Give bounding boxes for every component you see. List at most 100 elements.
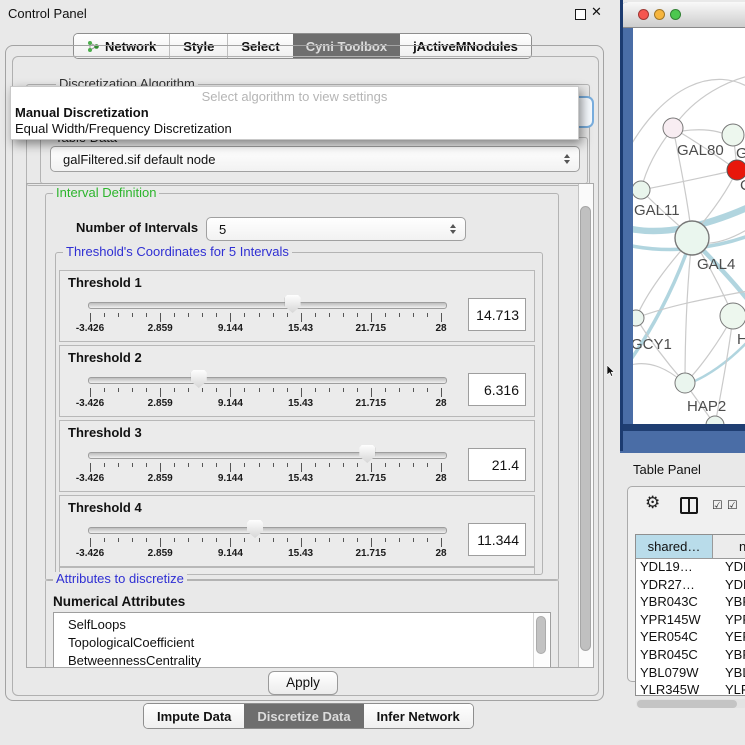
float-window-icon[interactable] xyxy=(575,9,586,20)
table-row[interactable]: YDL19…YDL1 xyxy=(636,559,745,577)
table-horizontal-scrollbar-thumb[interactable] xyxy=(637,700,737,708)
network-node-gcy1[interactable] xyxy=(633,310,644,326)
slider-tick xyxy=(188,388,189,392)
cell-name: YBR0 xyxy=(725,647,745,662)
threshold-slider-track[interactable] xyxy=(88,302,447,309)
slider-tick xyxy=(174,313,175,317)
tab-impute-data[interactable]: Impute Data xyxy=(144,704,244,728)
list-scrollbar-thumb[interactable] xyxy=(536,616,546,654)
network-window-titlebar[interactable] xyxy=(620,2,745,28)
slider-tick xyxy=(118,463,119,467)
list-scrollbar[interactable] xyxy=(533,613,549,668)
slider-tick xyxy=(413,538,414,542)
slider-tick xyxy=(104,313,105,317)
slider-tick xyxy=(343,463,344,467)
checkbox-icon[interactable]: ☑ xyxy=(727,498,738,512)
network-node-ga[interactable] xyxy=(722,124,744,146)
threshold-slider-thumb[interactable] xyxy=(247,520,263,538)
attributes-group-title: Attributes to discretize xyxy=(53,572,187,585)
column-header-name[interactable]: na xyxy=(713,535,745,559)
apply-button[interactable]: Apply xyxy=(268,671,338,695)
slider-tick xyxy=(301,388,302,397)
slider-scale-label: -3.426 xyxy=(76,323,104,334)
window-left-edge xyxy=(620,0,623,451)
tab-label: Discretize Data xyxy=(257,709,350,724)
threshold-slider-thumb[interactable] xyxy=(285,295,301,313)
table-data-value: galFiltered.sif default node xyxy=(63,152,215,167)
threshold-value-field[interactable]: 14.713 xyxy=(468,298,526,331)
close-icon[interactable]: ✕ xyxy=(591,4,602,20)
slider-tick xyxy=(216,313,217,317)
slider-tick xyxy=(132,388,133,392)
slider-tick xyxy=(230,388,231,397)
threshold-label: Threshold 1 xyxy=(68,275,142,290)
table-horizontal-scrollbar[interactable] xyxy=(636,699,745,708)
threshold-slider-thumb[interactable] xyxy=(191,370,207,388)
checkbox-icon[interactable]: ☑ xyxy=(712,498,723,512)
gear-icon[interactable]: ⚙ xyxy=(645,493,660,513)
slider-tick xyxy=(259,538,260,542)
bottom-tabs: Impute Data Discretize Data Infer Network xyxy=(143,703,474,729)
slider-tick xyxy=(343,313,344,317)
settings-scrollbar-thumb[interactable] xyxy=(580,206,591,651)
slider-tick xyxy=(146,313,147,317)
slider-tick xyxy=(371,538,372,547)
dropdown-option-equal-width-frequency[interactable]: Equal Width/Frequency Discretization xyxy=(15,121,232,136)
slider-tick xyxy=(315,388,316,392)
threshold-slider-track[interactable] xyxy=(88,377,447,384)
slider-tick xyxy=(216,463,217,467)
threshold-value-field[interactable]: 21.4 xyxy=(468,448,526,481)
table-row[interactable]: YER054CYER0 xyxy=(636,629,745,647)
number-of-intervals-value: 5 xyxy=(219,222,226,237)
table-panel: Table Panel ⚙ ☑ ☑ shared… na YDL19…YDL1Y… xyxy=(617,455,745,745)
zoom-traffic-light[interactable] xyxy=(670,9,681,20)
cell-shared-name: YBR043C xyxy=(640,594,698,609)
dropdown-option-manual-discretization[interactable]: Manual Discretization xyxy=(15,105,149,120)
table-data-combobox[interactable]: galFiltered.sif default node xyxy=(50,146,580,172)
tab-discretize-data[interactable]: Discretize Data xyxy=(244,704,363,728)
cell-shared-name: YDR27… xyxy=(640,577,695,592)
threshold-value-field[interactable]: 6.316 xyxy=(468,373,526,406)
slider-tick xyxy=(287,463,288,467)
cell-shared-name: YLR345W xyxy=(640,682,699,696)
threshold-panel-2: Threshold 2-3.4262.8599.14415.4321.71528… xyxy=(59,345,535,417)
network-node-gal80[interactable] xyxy=(663,118,683,138)
split-view-icon[interactable] xyxy=(680,497,698,514)
table-row[interactable]: YLR345WYLR3 xyxy=(636,682,745,696)
slider-tick xyxy=(132,538,133,542)
control-panel-title: Control Panel xyxy=(8,6,87,21)
attribute-item[interactable]: BetweennessCentrality xyxy=(54,652,550,668)
table-row[interactable]: YPR145WYPR1 xyxy=(636,612,745,630)
slider-tick xyxy=(329,538,330,542)
attribute-item[interactable]: SelfLoops xyxy=(54,613,550,634)
threshold-slider-thumb[interactable] xyxy=(359,445,375,463)
threshold-panel-1: Threshold 1-3.4262.8599.14415.4321.71528… xyxy=(59,270,535,342)
threshold-slider-track[interactable] xyxy=(88,452,447,459)
table-row[interactable]: YBR043CYBR0 xyxy=(636,594,745,612)
network-node-hap2[interactable] xyxy=(675,373,695,393)
network-node[interactable] xyxy=(706,416,724,424)
number-of-intervals-combobox[interactable]: 5 xyxy=(206,217,466,241)
table-row[interactable]: YBL079WYBL0 xyxy=(636,665,745,683)
slider-tick xyxy=(216,538,217,542)
slider-tick xyxy=(315,463,316,467)
network-node-gal11[interactable] xyxy=(633,181,650,199)
table-row[interactable]: YBR045CYBR0 xyxy=(636,647,745,665)
minimize-traffic-light[interactable] xyxy=(654,9,665,20)
network-node-h[interactable] xyxy=(720,303,745,329)
network-node-gal4[interactable] xyxy=(675,221,709,255)
slider-tick xyxy=(427,463,428,467)
threshold-panel-4: Threshold 4-3.4262.8599.14415.4321.71528… xyxy=(59,495,535,567)
network-canvas[interactable]: GAL80GACGAL11GAL4GCY1HHAP2 xyxy=(633,28,745,424)
close-traffic-light[interactable] xyxy=(638,9,649,20)
tab-infer-network[interactable]: Infer Network xyxy=(364,704,473,728)
table-row[interactable]: YDR27…YDR2 xyxy=(636,577,745,595)
slider-tick xyxy=(329,463,330,467)
threshold-slider-track[interactable] xyxy=(88,527,447,534)
attribute-item[interactable]: TopologicalCoefficient xyxy=(54,634,550,652)
slider-scale-label: 28 xyxy=(435,548,446,559)
tab-label: Infer Network xyxy=(377,709,460,724)
column-header-shared-name[interactable]: shared… xyxy=(636,535,713,559)
threshold-value-field[interactable]: 11.344 xyxy=(468,523,526,556)
slider-tick xyxy=(371,313,372,322)
